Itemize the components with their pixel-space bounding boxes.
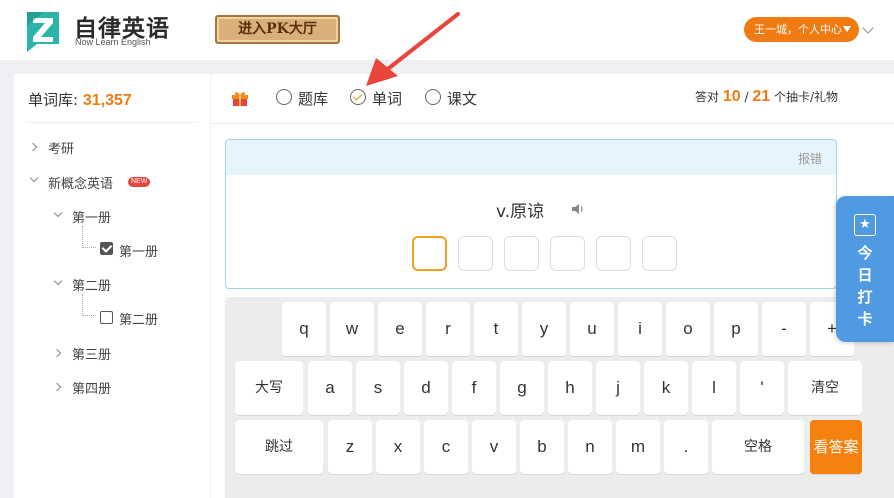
key-w[interactable]: w — [330, 302, 374, 356]
key-hyphen[interactable]: - — [762, 302, 806, 356]
question-card-header: 报错 — [226, 140, 836, 175]
word-prompt: v.原谅 — [496, 202, 545, 222]
tree-connector — [82, 226, 96, 248]
key-v[interactable]: v — [472, 420, 516, 474]
key-clear[interactable]: 清空 — [788, 361, 862, 415]
new-badge: NEW — [128, 177, 151, 187]
key-i[interactable]: i — [618, 302, 662, 356]
tree-item-kaoyan[interactable]: 考研 — [48, 138, 74, 157]
score-separator: / — [744, 90, 749, 104]
tree-item-book3[interactable]: 第三册 — [72, 344, 111, 363]
key-s[interactable]: s — [356, 361, 400, 415]
score-prefix: 答对 — [695, 90, 720, 104]
key-e[interactable]: e — [378, 302, 422, 356]
letter-slot-3[interactable] — [504, 236, 539, 271]
tree-item-new-concept[interactable]: 新概念英语 — [48, 173, 113, 192]
key-m[interactable]: m — [616, 420, 660, 474]
key-g[interactable]: g — [500, 361, 544, 415]
user-center-label: 王一城，个人中心 — [754, 23, 842, 36]
radio-texts[interactable] — [425, 89, 441, 105]
chevron-right-icon[interactable] — [52, 382, 62, 392]
caret-down-icon — [843, 26, 851, 32]
key-k[interactable]: k — [644, 361, 688, 415]
key-capslock[interactable]: 大写 — [235, 361, 303, 415]
tree-connector — [82, 294, 96, 316]
library-count: 31,357 — [82, 92, 132, 109]
speaker-icon[interactable] — [571, 202, 585, 216]
report-error-link[interactable]: 报错 — [798, 150, 822, 167]
star-icon: ★ — [854, 214, 876, 236]
logo-icon[interactable] — [23, 8, 63, 52]
letter-slot-1[interactable] — [412, 236, 447, 271]
key-z[interactable]: z — [328, 420, 372, 474]
key-l[interactable]: l — [692, 361, 736, 415]
question-card: 报错 v.原谅 — [225, 139, 837, 289]
letter-slot-5[interactable] — [596, 236, 631, 271]
tree-item-book4[interactable]: 第四册 — [72, 378, 111, 397]
library-title: 单词库: 31,357 — [28, 89, 132, 110]
correct-count: 10 — [722, 88, 741, 105]
score-summary: 答对 10 / 21 个抽卡/礼物 — [695, 88, 838, 106]
chevron-down-icon[interactable] — [29, 173, 39, 183]
key-b[interactable]: b — [520, 420, 564, 474]
chevron-down-icon[interactable] — [53, 208, 63, 218]
key-y[interactable]: y — [522, 302, 566, 356]
key-apostrophe[interactable]: ' — [740, 361, 784, 415]
key-skip[interactable]: 跳过 — [235, 420, 323, 474]
mode-texts-label[interactable]: 课文 — [447, 88, 477, 109]
mode-question-bank-label[interactable]: 题库 — [298, 88, 328, 109]
tree-item-book1-group[interactable]: 第一册 — [72, 207, 111, 226]
key-a[interactable]: a — [308, 361, 352, 415]
key-n[interactable]: n — [568, 420, 612, 474]
checkin-label: 今日打卡 — [857, 244, 873, 328]
checkbox-book2[interactable] — [100, 311, 113, 324]
radio-question-bank[interactable] — [276, 89, 292, 105]
annotation-arrow-icon — [366, 12, 460, 86]
mode-words-label[interactable]: 单词 — [372, 88, 402, 109]
tree-item-book2-group[interactable]: 第二册 — [72, 275, 111, 294]
key-space[interactable]: 空格 — [712, 420, 804, 474]
key-c[interactable]: c — [424, 420, 468, 474]
key-h[interactable]: h — [548, 361, 592, 415]
chevron-down-icon[interactable] — [862, 22, 874, 34]
practice-panel: 题库 单词 课文 答对 10 / 21 个抽卡/礼物 报错 v.原谅 q w e… — [211, 74, 894, 498]
total-count: 21 — [752, 88, 771, 105]
letter-slot-6[interactable] — [642, 236, 677, 271]
word-library-sidebar: 单词库: 31,357 考研 新概念英语 NEW 第一册 第一册 第二册 第二册… — [14, 74, 210, 498]
letter-slot-2[interactable] — [458, 236, 493, 271]
logo-subtitle: Now Learn English — [75, 37, 151, 47]
key-o[interactable]: o — [666, 302, 710, 356]
divider — [211, 123, 894, 124]
key-t[interactable]: t — [474, 302, 518, 356]
tree-item-book1[interactable]: 第一册 — [119, 241, 158, 260]
key-u[interactable]: u — [570, 302, 614, 356]
score-suffix: 个抽卡/礼物 — [773, 90, 839, 104]
key-x[interactable]: x — [376, 420, 420, 474]
key-d[interactable]: d — [404, 361, 448, 415]
tree-item-book2[interactable]: 第二册 — [119, 309, 158, 328]
key-period[interactable]: . — [664, 420, 708, 474]
show-answer-button[interactable]: 看答案 — [810, 420, 862, 474]
chevron-right-icon[interactable] — [28, 142, 38, 152]
virtual-keyboard: q w e r t y u i o p - + 大写 a s d f g h j… — [225, 297, 894, 498]
enter-pk-button[interactable]: 进入PK大厅 — [215, 15, 340, 44]
library-label: 单词库: — [28, 91, 79, 109]
radio-words[interactable] — [350, 89, 366, 105]
key-p[interactable]: p — [714, 302, 758, 356]
key-j[interactable]: j — [596, 361, 640, 415]
gift-icon[interactable] — [231, 90, 249, 106]
key-r[interactable]: r — [426, 302, 470, 356]
divider — [26, 122, 198, 123]
key-q[interactable]: q — [282, 302, 326, 356]
checkbox-book1[interactable] — [100, 242, 113, 255]
user-center-button[interactable]: 王一城，个人中心 — [744, 17, 859, 42]
chevron-down-icon[interactable] — [53, 276, 63, 286]
key-f[interactable]: f — [452, 361, 496, 415]
chevron-right-icon[interactable] — [52, 348, 62, 358]
daily-checkin-tab[interactable]: ★ 今日打卡 — [836, 196, 894, 342]
letter-slot-4[interactable] — [550, 236, 585, 271]
